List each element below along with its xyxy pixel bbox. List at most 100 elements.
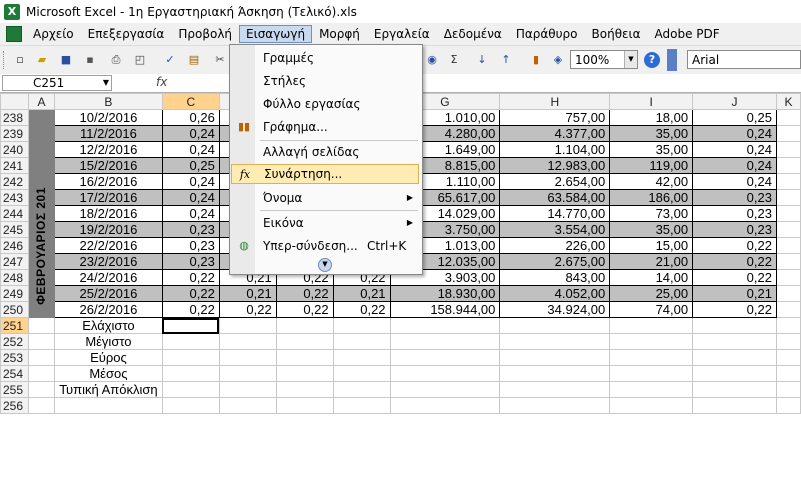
- empty-cell[interactable]: [499, 381, 611, 398]
- row-header[interactable]: 247: [0, 253, 29, 270]
- empty-cell[interactable]: [218, 333, 277, 350]
- cell-k[interactable]: [775, 269, 801, 286]
- chart-wizard-icon[interactable]: ▮: [528, 52, 544, 68]
- cell-c[interactable]: 0,23: [161, 253, 220, 270]
- cell-c[interactable]: 0,24: [161, 189, 220, 206]
- empty-cell[interactable]: [499, 317, 611, 334]
- row-header[interactable]: 249: [0, 285, 29, 302]
- cell-c[interactable]: 0,23: [161, 237, 220, 254]
- menu-tools[interactable]: Εργαλεία: [367, 25, 437, 43]
- menu-file[interactable]: Αρχείο: [26, 25, 81, 43]
- merged-label-cell[interactable]: [27, 301, 55, 318]
- menu-item-picture[interactable]: Εικόνα ▶: [231, 213, 419, 233]
- empty-cell[interactable]: [775, 365, 801, 382]
- cell-k[interactable]: [775, 237, 801, 254]
- column-header-j[interactable]: J: [692, 93, 777, 110]
- cell-c[interactable]: 0,26: [161, 109, 220, 126]
- empty-cell[interactable]: [389, 349, 501, 366]
- menu-edit[interactable]: Επεξεργασία: [81, 25, 172, 43]
- empty-cell[interactable]: [161, 365, 220, 382]
- row-header[interactable]: 250: [0, 301, 29, 318]
- cell-h[interactable]: 2.654,00: [499, 173, 611, 190]
- cell-h[interactable]: 2.675,00: [499, 253, 611, 270]
- menu-item-chart[interactable]: ▮▮ Γράφημα...: [231, 117, 419, 137]
- research-icon[interactable]: ▤: [186, 52, 202, 68]
- cell-c[interactable]: 0,24: [161, 173, 220, 190]
- merged-label-cell[interactable]: [27, 237, 55, 254]
- cell-f[interactable]: 0,21: [332, 285, 391, 302]
- menu-help[interactable]: Βοήθεια: [585, 25, 648, 43]
- cell-h[interactable]: 757,00: [499, 109, 611, 126]
- cell-i[interactable]: 35,00: [609, 141, 694, 158]
- open-folder-icon[interactable]: ▰: [34, 52, 50, 68]
- empty-cell[interactable]: [389, 333, 501, 350]
- empty-cell[interactable]: [332, 397, 391, 414]
- cell-k[interactable]: [775, 109, 801, 126]
- merged-label-cell[interactable]: [27, 269, 55, 286]
- cell-k[interactable]: [775, 301, 801, 318]
- empty-cell[interactable]: [332, 381, 391, 398]
- cell-k[interactable]: [775, 285, 801, 302]
- cell-a[interactable]: [27, 397, 55, 414]
- cell-i[interactable]: 73,00: [609, 205, 694, 222]
- empty-cell[interactable]: [775, 349, 801, 366]
- stat-label-cell[interactable]: Εύρος: [53, 349, 163, 366]
- cell-b[interactable]: 25/2/2016: [53, 285, 163, 302]
- empty-cell[interactable]: [499, 333, 611, 350]
- row-header[interactable]: 244: [0, 205, 29, 222]
- cell-b[interactable]: 15/2/2016: [53, 157, 163, 174]
- new-document-icon[interactable]: ▫: [12, 52, 28, 68]
- cell-k[interactable]: [775, 253, 801, 270]
- merged-label-cell[interactable]: [27, 109, 55, 126]
- menu-item-hyperlink[interactable]: ◍ Υπερ-σύνδεση... Ctrl+K: [231, 236, 419, 256]
- merged-label-cell[interactable]: [27, 141, 55, 158]
- empty-cell[interactable]: [499, 349, 611, 366]
- cell-j[interactable]: 0,23: [692, 221, 777, 238]
- cell-a[interactable]: [27, 365, 55, 382]
- column-header-b[interactable]: B: [53, 93, 163, 110]
- merged-label-cell[interactable]: [27, 189, 55, 206]
- autosum-icon[interactable]: Σ: [446, 52, 462, 68]
- menu-item-rows[interactable]: Γραμμές: [231, 48, 419, 68]
- empty-cell[interactable]: [692, 365, 777, 382]
- cell-h[interactable]: 3.554,00: [499, 221, 611, 238]
- empty-cell[interactable]: [275, 397, 334, 414]
- cell-j[interactable]: 0,22: [692, 269, 777, 286]
- sort-descending-icon[interactable]: ↑: [498, 52, 514, 68]
- insert-function-icon[interactable]: fx: [156, 75, 167, 89]
- empty-cell[interactable]: [389, 381, 501, 398]
- empty-cell[interactable]: [218, 381, 277, 398]
- zoom-select[interactable]: 100% ▼: [570, 50, 638, 69]
- merged-label-cell[interactable]: [27, 285, 55, 302]
- row-header[interactable]: 255: [0, 381, 29, 398]
- cell-h[interactable]: 1.104,00: [499, 141, 611, 158]
- cell-k[interactable]: [775, 189, 801, 206]
- row-header[interactable]: 252: [0, 333, 29, 350]
- toolbar-grip[interactable]: [3, 51, 7, 69]
- cell-h[interactable]: 34.924,00: [499, 301, 611, 318]
- cell-d[interactable]: 0,21: [218, 285, 277, 302]
- empty-cell[interactable]: [775, 397, 801, 414]
- stat-label-cell[interactable]: Μέγιστο: [53, 333, 163, 350]
- cell-g[interactable]: 158.944,00: [389, 301, 501, 318]
- menu-item-function[interactable]: fx Συνάρτηση...: [231, 164, 419, 184]
- empty-cell[interactable]: [389, 365, 501, 382]
- cut-icon[interactable]: ✂: [212, 52, 228, 68]
- cell-b[interactable]: 10/2/2016: [53, 109, 163, 126]
- empty-cell[interactable]: [775, 381, 801, 398]
- toolbar-options-icon[interactable]: [667, 49, 677, 71]
- empty-cell[interactable]: [275, 365, 334, 382]
- stat-label-cell[interactable]: Μέσος: [53, 365, 163, 382]
- cell-i[interactable]: 14,00: [609, 269, 694, 286]
- cell-j[interactable]: 0,22: [692, 301, 777, 318]
- empty-cell[interactable]: [218, 397, 277, 414]
- workbook-icon[interactable]: [6, 26, 22, 42]
- permission-icon[interactable]: ▪: [82, 52, 98, 68]
- row-header[interactable]: 243: [0, 189, 29, 206]
- empty-cell[interactable]: [275, 317, 334, 334]
- empty-cell[interactable]: [775, 317, 801, 334]
- print-preview-icon[interactable]: ◰: [132, 52, 148, 68]
- cell-e[interactable]: 0,22: [275, 285, 334, 302]
- cell-a[interactable]: [27, 349, 55, 366]
- menu-item-page-break[interactable]: Αλλαγή σελίδας: [231, 142, 419, 162]
